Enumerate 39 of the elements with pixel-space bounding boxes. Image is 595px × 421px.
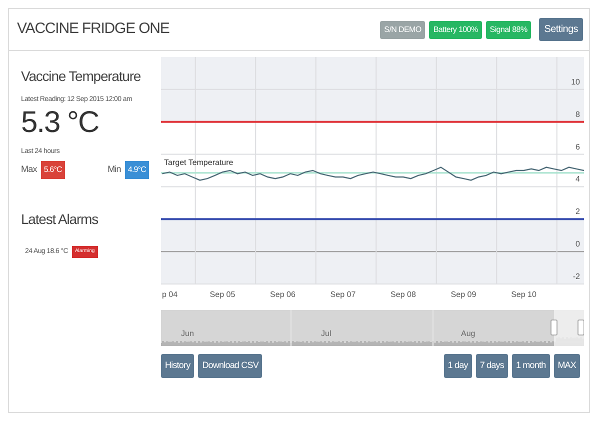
max-value: 5.6°C xyxy=(40,161,65,179)
history-button[interactable]: History xyxy=(161,354,194,378)
axis-label: -2 xyxy=(572,272,580,281)
axis-label: 6 xyxy=(576,142,580,152)
axis-label: Sep 05 xyxy=(210,290,236,299)
min-label: Min xyxy=(108,163,121,176)
settings-button[interactable]: Settings xyxy=(539,18,583,41)
axis-label: Sep 06 xyxy=(270,290,296,299)
section-title: Latest Alarms xyxy=(21,210,100,229)
temperature-value: 5.3 °C xyxy=(21,106,100,138)
range-handle[interactable] xyxy=(550,320,558,336)
status-badge: Battery 100% xyxy=(429,20,482,38)
range-button[interactable]: 1 day xyxy=(444,354,472,378)
range-button[interactable]: 1 month xyxy=(512,354,550,378)
axis-label: Sep 07 xyxy=(330,290,356,299)
range-navigator[interactable] xyxy=(161,310,584,346)
axis-label: 10 xyxy=(571,77,580,86)
month-label: Jun xyxy=(181,329,194,338)
target-label: Target Temperature xyxy=(164,158,234,167)
axis-label: 4 xyxy=(576,174,580,184)
month-label: Jul xyxy=(321,329,332,338)
axis-label: 0 xyxy=(576,240,580,249)
range-button[interactable]: MAX xyxy=(554,354,580,378)
download-button[interactable]: Download CSV xyxy=(198,354,262,378)
axis-label: 8 xyxy=(576,110,580,119)
range-handle[interactable] xyxy=(578,320,584,336)
min-value: 4.9°C xyxy=(124,161,149,179)
max-label: Max xyxy=(21,163,37,176)
axis-label: p 04 xyxy=(162,290,178,299)
section-title: Vaccine Temperature xyxy=(21,67,142,86)
axis-label: Sep 10 xyxy=(511,290,536,299)
axis-label: 2 xyxy=(576,207,580,216)
axis-label: Sep 08 xyxy=(390,290,416,299)
range-button[interactable]: 7 days xyxy=(476,354,508,378)
status-badge: Signal 88% xyxy=(486,20,532,38)
axis-label: Sep 09 xyxy=(450,290,476,299)
month-label: Aug xyxy=(461,329,476,338)
device-title: VACCINE FRIDGE ONE xyxy=(17,19,170,40)
status-badge: S/N DEMO xyxy=(380,20,426,38)
